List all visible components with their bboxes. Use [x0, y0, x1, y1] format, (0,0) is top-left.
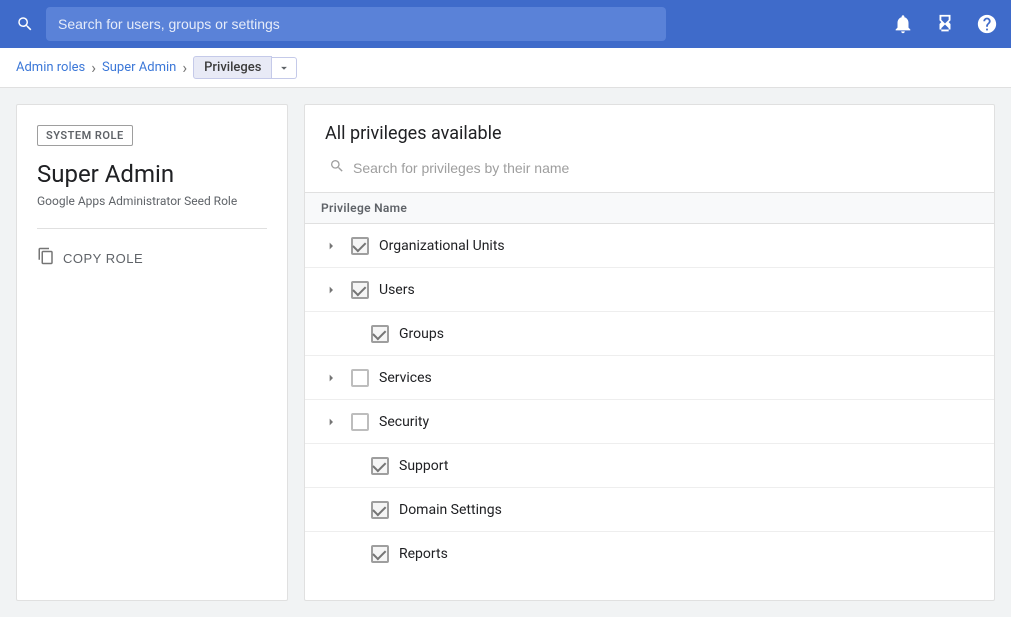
system-role-badge: SYSTEM ROLE — [37, 125, 133, 146]
panel-divider — [37, 228, 267, 229]
breadcrumb-admin-roles[interactable]: Admin roles — [16, 60, 85, 75]
global-search-input[interactable] — [46, 7, 666, 41]
privileges-table: Privilege Name Organizational Units Users… — [305, 193, 994, 600]
expand-btn-security[interactable] — [321, 412, 341, 432]
breadcrumb-privileges: Privileges — [193, 56, 272, 79]
checkbox-groups[interactable] — [371, 325, 389, 343]
privileges-title: All privileges available — [325, 123, 974, 144]
privilege-name-services: Services — [379, 370, 432, 386]
breadcrumb-dropdown-btn[interactable] — [272, 57, 297, 79]
privilege-row-services: Services — [305, 356, 994, 400]
breadcrumb-super-admin[interactable]: Super Admin — [102, 60, 176, 75]
left-panel: SYSTEM ROLE Super Admin Google Apps Admi… — [16, 104, 288, 601]
header-icons — [891, 12, 999, 36]
priv-search-icon — [329, 158, 345, 178]
search-icon — [12, 15, 38, 33]
privilege-name-reports: Reports — [399, 546, 448, 562]
help-icon[interactable] — [975, 12, 999, 36]
expand-btn-org-units[interactable] — [321, 236, 341, 256]
privilege-row-users: Users — [305, 268, 994, 312]
right-header: All privileges available — [305, 105, 994, 193]
privilege-name-domain-settings: Domain Settings — [399, 502, 502, 518]
checkbox-security[interactable] — [351, 413, 369, 431]
privilege-name-groups: Groups — [399, 326, 444, 342]
breadcrumb-sep-1: › — [91, 58, 96, 77]
privilege-name-support: Support — [399, 458, 448, 474]
checkbox-users[interactable] — [351, 281, 369, 299]
role-description: Google Apps Administrator Seed Role — [37, 194, 267, 208]
privilege-row-reports: Reports — [305, 532, 994, 576]
privilege-row-security: Security — [305, 400, 994, 444]
checkbox-org-units[interactable] — [351, 237, 369, 255]
privilege-name-security: Security — [379, 414, 429, 430]
notification-icon[interactable] — [891, 12, 915, 36]
breadcrumb-current: Privileges — [193, 56, 297, 79]
copy-role-button[interactable]: COPY ROLE — [37, 243, 143, 274]
checkbox-services[interactable] — [351, 369, 369, 387]
checkbox-domain-settings[interactable] — [371, 501, 389, 519]
expand-btn-services[interactable] — [321, 368, 341, 388]
breadcrumb: Admin roles › Super Admin › Privileges — [0, 48, 1011, 88]
breadcrumb-sep-2: › — [182, 58, 187, 77]
privilege-row-groups: Groups — [305, 312, 994, 356]
checkbox-reports[interactable] — [371, 545, 389, 563]
hourglass-icon[interactable] — [933, 12, 957, 36]
copy-icon — [37, 247, 55, 270]
privilege-name-users: Users — [379, 282, 415, 298]
privilege-row-org-units: Organizational Units — [305, 224, 994, 268]
column-header-privilege-name: Privilege Name — [305, 193, 994, 224]
privilege-name-org-units: Organizational Units — [379, 238, 505, 254]
privileges-search-wrap — [325, 158, 974, 178]
privilege-row-domain-settings: Domain Settings — [305, 488, 994, 532]
privileges-search-input[interactable] — [353, 160, 970, 176]
copy-role-label: COPY ROLE — [63, 251, 143, 266]
right-panel: All privileges available Privilege Name … — [304, 104, 995, 601]
app-header — [0, 0, 1011, 48]
privilege-row-support: Support — [305, 444, 994, 488]
main-content: SYSTEM ROLE Super Admin Google Apps Admi… — [0, 88, 1011, 617]
role-title: Super Admin — [37, 160, 267, 188]
expand-btn-users[interactable] — [321, 280, 341, 300]
checkbox-support[interactable] — [371, 457, 389, 475]
